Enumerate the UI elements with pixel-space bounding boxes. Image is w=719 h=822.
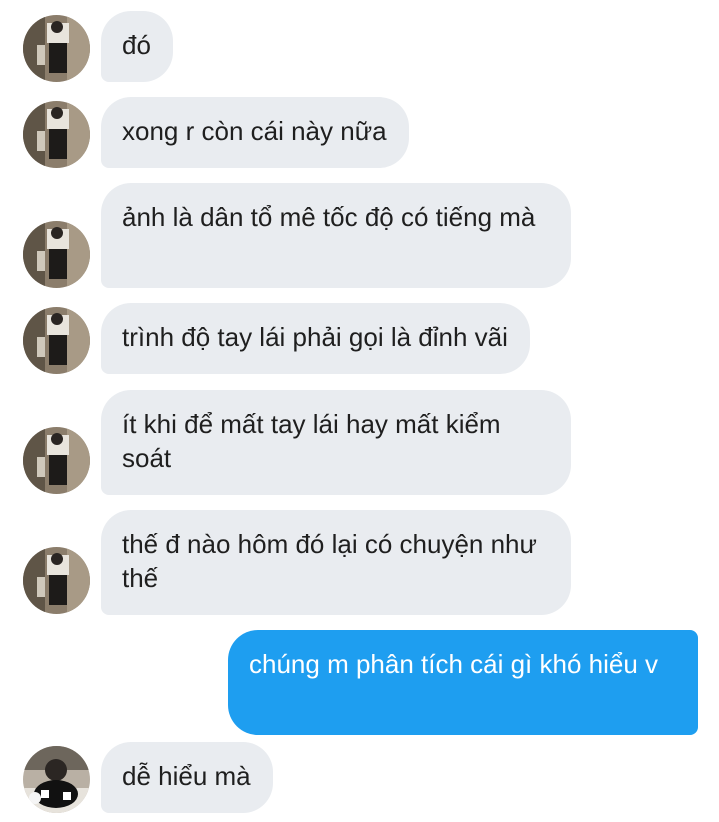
sender-avatar[interactable] xyxy=(23,746,90,813)
sender-avatar[interactable] xyxy=(23,101,90,168)
incoming-message-bubble[interactable]: trình độ tay lái phải gọi là đỉnh vãi xyxy=(101,303,530,374)
incoming-message-bubble[interactable]: đó xyxy=(101,11,173,82)
message-text: thế đ nào hôm đó lại có chuyện như thế xyxy=(122,529,537,593)
message-text: chúng m phân tích cái gì khó hiểu v xyxy=(249,649,659,679)
sender-avatar[interactable] xyxy=(23,307,90,374)
outgoing-message-bubble[interactable]: chúng m phân tích cái gì khó hiểu v xyxy=(228,630,698,735)
message-text: ảnh là dân tổ mê tốc độ có tiếng mà xyxy=(122,202,536,232)
message-text: xong r còn cái này nữa xyxy=(122,116,387,146)
incoming-message-bubble[interactable]: thế đ nào hôm đó lại có chuyện như thế xyxy=(101,510,571,615)
message-text: đó xyxy=(122,30,151,60)
message-text: trình độ tay lái phải gọi là đỉnh vãi xyxy=(122,322,508,352)
message-text: ít khi để mất tay lái hay mất kiểm soát xyxy=(122,409,501,473)
incoming-message-bubble[interactable]: ảnh là dân tổ mê tốc độ có tiếng mà xyxy=(101,183,571,288)
incoming-message-bubble[interactable]: dễ hiểu mà xyxy=(101,742,273,813)
message-text: dễ hiểu mà xyxy=(122,761,251,791)
sender-avatar[interactable] xyxy=(23,427,90,494)
sender-avatar[interactable] xyxy=(23,547,90,614)
incoming-message-bubble[interactable]: xong r còn cái này nữa xyxy=(101,97,409,168)
sender-avatar[interactable] xyxy=(23,15,90,82)
sender-avatar[interactable] xyxy=(23,221,90,288)
incoming-message-bubble[interactable]: ít khi để mất tay lái hay mất kiểm soát xyxy=(101,390,571,495)
